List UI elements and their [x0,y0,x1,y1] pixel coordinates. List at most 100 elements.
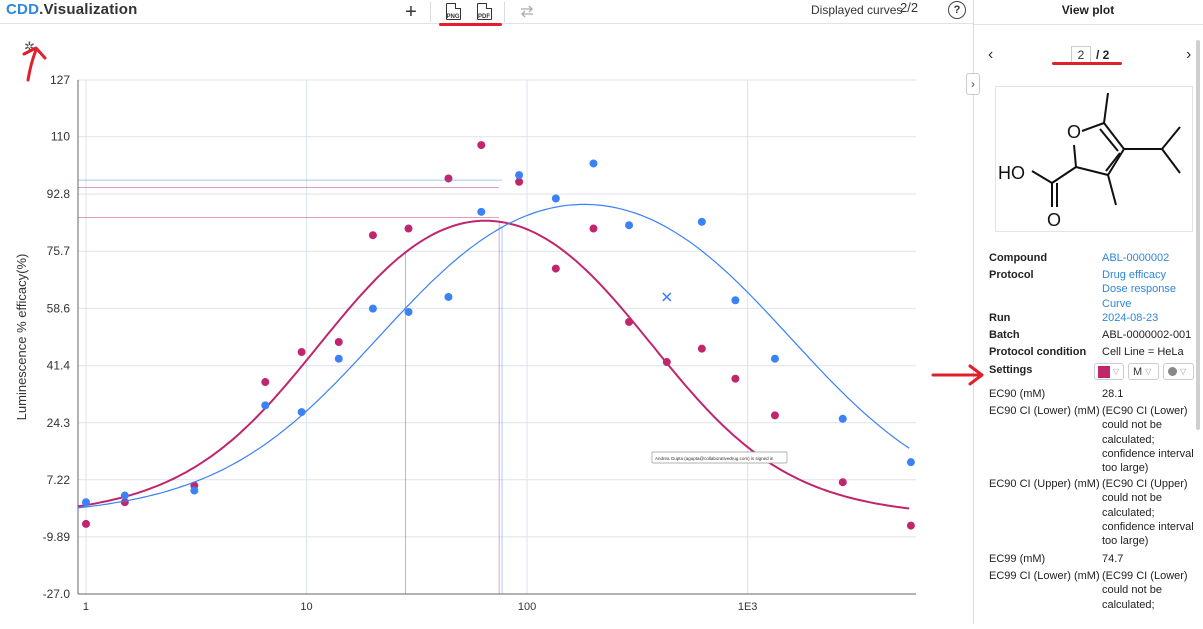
data-point [297,408,306,417]
data-point [731,296,740,305]
ring-oxygen-label: O [1067,122,1081,142]
y-tick-label: 7.22 [47,473,71,487]
chevron-down-icon: ▽ [1113,367,1120,376]
data-point [551,194,560,203]
top-toolbar: CDD.Visualization + PNG PDF Displayed cu… [0,0,973,24]
ec90-ci-upper-value: (EC90 CI (Upper) could not be calculated… [1102,478,1194,548]
product-name: Visualization [43,1,138,18]
brand-name: CDD [6,1,40,18]
fit-curve [77,219,910,510]
ec90-value: 28.1 [1102,388,1124,400]
y-axis-label: Luminescence % efficacy(%) [14,254,29,421]
toolbar-divider [504,2,505,22]
next-page-chevron-icon[interactable]: › [1186,46,1191,64]
data-point [334,338,343,347]
x-tick-label: 100 [518,601,536,613]
toolbar-divider [430,2,431,22]
data-point [697,217,706,226]
help-label: ? [953,4,961,16]
data-point [81,519,90,528]
x-tick-label: 1E3 [738,601,758,613]
protocol-label: Protocol [989,269,1034,281]
data-point [297,348,306,357]
panel-divider [974,24,1203,25]
chevron-down-icon: ▽ [1145,367,1152,376]
batch-value: ABL-0000002-001 [1102,329,1192,341]
data-point [838,414,847,423]
ec90-ci-lower-value: (EC90 CI (Lower) could not be calculated… [1102,405,1194,475]
color-picker[interactable]: ▽ [1094,363,1124,380]
data-point [731,374,740,383]
data-point [261,401,270,410]
ec99-value: 74.7 [1102,553,1124,565]
ec99-ci-lower-value: (EC99 CI (Lower) could not be calculated… [1102,570,1188,611]
prev-page-chevron-icon[interactable]: ‹ [988,46,993,64]
add-curve-button[interactable]: + [402,0,420,23]
y-tick-label: 127 [50,73,70,87]
data-point [589,224,598,233]
protocol-condition-value: Cell Line = HeLa [1102,346,1184,358]
hydroxyl-label: HO [998,163,1025,183]
data-point [625,317,634,326]
displayed-curves-label: Displayed curves [811,3,903,17]
data-point [334,354,343,363]
data-point [368,231,377,240]
export-png-button[interactable]: PNG [442,0,464,23]
method-value: M [1133,365,1143,378]
page-total: / 2 [1096,48,1110,62]
png-label: PNG [446,14,460,20]
data-point [444,174,453,183]
y-tick-label: 110 [51,130,70,144]
method-select[interactable]: M ▽ [1128,363,1159,380]
data-point [625,221,634,230]
color-swatch [1098,365,1110,378]
collapse-panel-chevron-icon[interactable]: › [966,73,980,95]
run-label: Run [989,312,1011,324]
data-point [444,292,453,301]
page-number-input[interactable] [1071,46,1091,63]
swap-button[interactable] [518,0,536,23]
data-point [477,141,486,150]
marker-circle-icon [1168,367,1177,376]
x-tick-label: 10 [300,601,312,613]
export-pdf-button[interactable]: PDF [473,0,495,23]
compound-link[interactable]: ABL-0000002 [1102,251,1169,265]
data-point [190,486,199,495]
data-point [770,411,779,420]
plus-icon: + [405,0,417,23]
panel-scrollbar[interactable] [1196,40,1200,430]
compound-label: Compound [989,252,1048,264]
run-link[interactable]: 2024-08-23 [1102,311,1158,325]
x-tick-label: 1 [83,601,89,613]
annotation-underline [1052,62,1122,65]
swap-icon [521,5,533,18]
plot-area: -27.0 -9.89 7.22 24.3 41.4 58.6 75.7 92.8 110 127… [0,25,973,624]
ec90-ci-upper-label: EC90 CI (Upper) (mM) [989,478,1100,490]
y-tick-label: -27.0 [43,587,71,601]
data-point [838,478,847,487]
chevron-down-icon: ▽ [1180,367,1187,376]
app-logo: CDD.Visualization [6,1,138,18]
y-tick-label: 58.6 [47,301,71,315]
data-point [551,264,560,273]
data-point [477,207,486,216]
excluded-point [662,292,672,302]
data-point [261,378,270,387]
data-point [589,159,598,168]
y-tick-label: -9.89 [43,530,71,544]
data-point [81,498,90,507]
protocol-link[interactable]: Drug efficacy Dose response Curve [1102,268,1190,311]
data-point [368,304,377,313]
y-tick-label: 92.8 [47,187,71,201]
data-point [662,358,671,367]
ec99-ci-lower-label: EC99 CI (Lower) (mM) [989,570,1100,582]
help-icon[interactable]: ? [948,1,966,19]
pdf-label: PDF [478,14,490,20]
protocol-condition-label: Protocol condition [989,346,1087,358]
carbonyl-oxygen-label: O [1047,210,1061,230]
structure-drawing: O HO O [998,92,1181,230]
marker-select[interactable]: ▽ [1163,363,1194,380]
annotation-arrow [22,46,47,82]
data-point [906,458,915,467]
ec90-ci-lower-label: EC90 CI (Lower) (mM) [989,405,1100,417]
